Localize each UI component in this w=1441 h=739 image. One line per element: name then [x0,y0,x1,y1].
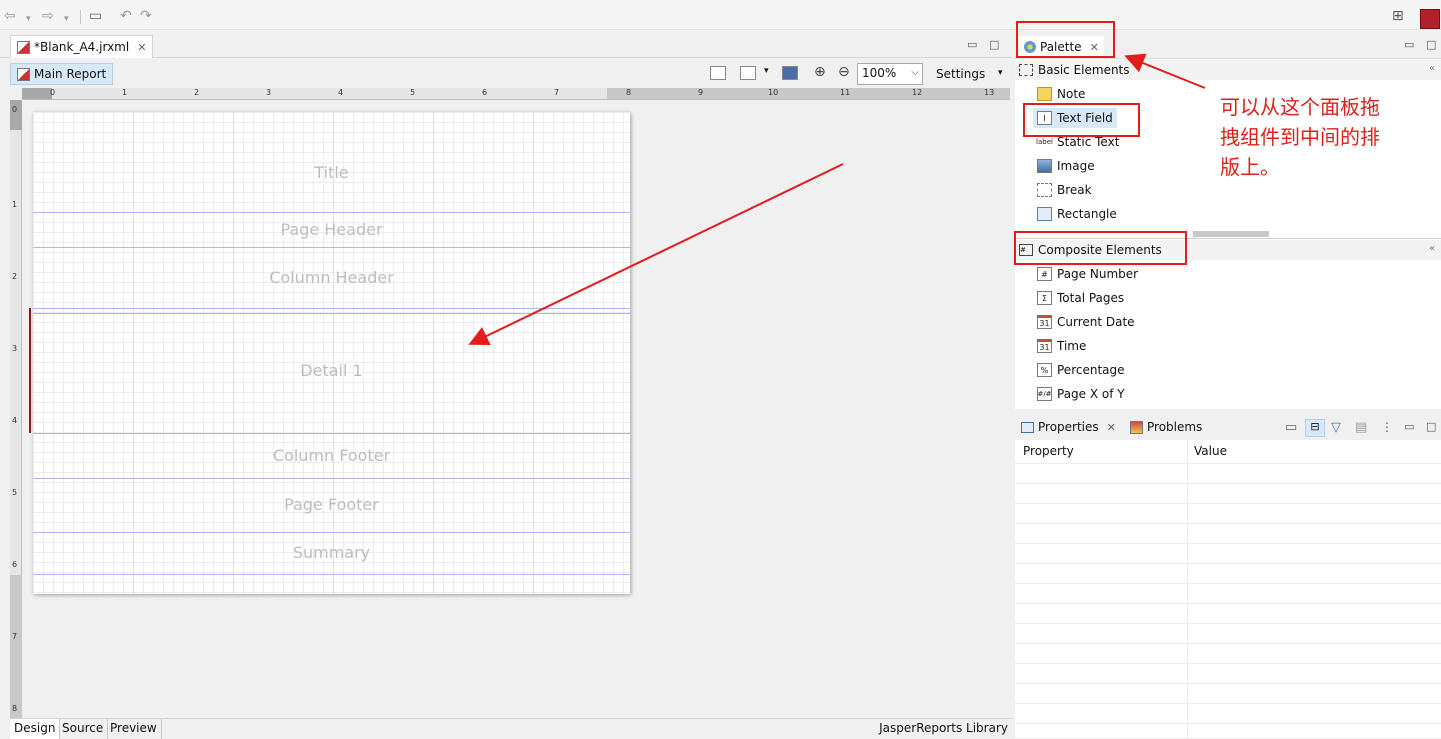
pointer-arrow [1124,53,1206,89]
annotation-note: 可以从这个面板拖 拽组件到中间的排 版上。 [1220,92,1430,182]
note-line: 版上。 [1220,155,1280,179]
drag-arrow [468,163,844,346]
note-line: 拽组件到中间的排 [1220,125,1380,149]
note-line: 可以从这个面板拖 [1220,95,1380,119]
